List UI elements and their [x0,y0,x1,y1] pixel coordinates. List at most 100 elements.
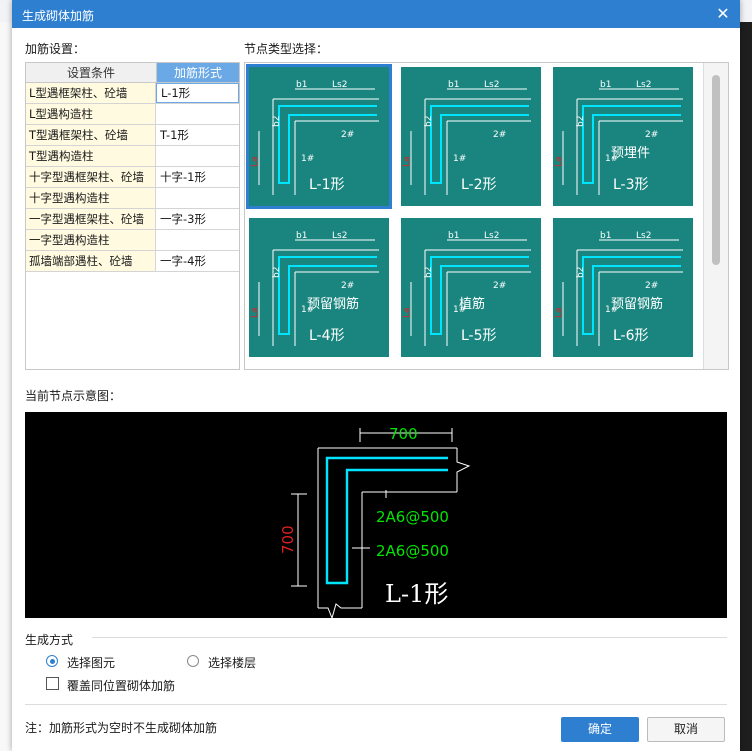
dialog-title: 生成砌体加筋 [22,9,95,23]
form-cell[interactable] [156,104,239,124]
table-row[interactable]: L型遇构造柱 [26,104,239,125]
table-row[interactable]: 孤墙端部遇柱、砼墙 一字-4形 [26,251,239,272]
node-tile-4[interactable]: b1 Ls2 b2 2# 1# La 预留钢筋 L-4形 [246,215,392,360]
table-row[interactable]: L型遇框架柱、砼墙 L-1形 [26,83,239,104]
radio-select-element[interactable] [46,655,58,667]
b1-mark: b1 [600,80,611,90]
radio-select-element-label[interactable]: 选择图元 [67,654,115,671]
close-icon[interactable]: ✕ [712,3,734,25]
preview-dim-left: 700 [279,525,297,554]
break-mark [318,603,362,620]
scrollbar-thumb[interactable] [712,75,720,265]
table-row[interactable]: T型遇框架柱、砼墙 T-1形 [26,125,239,146]
node-tile-3[interactable]: b1 Ls2 b2 2# 1# La 预埋件 L-3形 [550,64,696,209]
form-cell[interactable]: L-1形 [156,83,239,103]
table-row[interactable]: 十字型遇构造柱 [26,188,239,209]
table-row[interactable]: 一字型遇框架柱、砼墙 一字-3形 [26,209,239,230]
rebar-2-mark: 2# [341,130,354,140]
table-row[interactable]: 一字型遇构造柱 [26,230,239,251]
overwrite-checkbox-label[interactable]: 覆盖同位置砌体加筋 [67,677,175,694]
rebar-2-mark: 2# [493,130,506,140]
tile-caption: L-5形 [461,328,497,344]
vertical-scrollbar[interactable] [703,63,728,369]
settings-table: 设置条件 加筋形式 L型遇框架柱、砼墙 L-1形 L型遇构造柱 T型遇框架柱、砼墙 T-… [25,62,240,370]
node-tile-5[interactable]: b1 Ls2 b2 2# 1# La 植筋 L-5形 [398,215,544,360]
la-mark: La [250,156,260,167]
node-tile-6[interactable]: b1 Ls2 b2 2# 1# La 预留钢筋 L-6形 [550,215,696,360]
rebar-2-mark: 2# [645,130,658,140]
rebar-1-mark: 1# [453,154,466,164]
preview-label: 当前节点示意图： [25,389,122,403]
b1-mark: b1 [448,80,459,90]
node-tile-2[interactable]: b1 Ls2 b2 2# 1# La L-2形 [398,64,544,209]
la-mark: La [554,156,564,167]
table-row[interactable]: T型遇构造柱 [26,146,239,167]
radio-select-floor-label[interactable]: 选择楼层 [208,654,256,671]
b1-mark: b1 [296,80,307,90]
form-cell[interactable]: T-1形 [156,125,239,145]
ok-button[interactable]: 确定 [561,717,639,742]
preview-dim-top: 700 [389,425,418,443]
form-cell[interactable]: 十字-1形 [156,167,239,187]
rebar-1-mark: 1# [301,154,314,164]
ls2-mark: Ls2 [484,80,499,90]
tile-caption: L-6形 [613,328,649,344]
b1-mark: b1 [448,231,459,241]
condition-cell: T型遇框架柱、砼墙 [26,125,156,145]
footer-divider [25,704,727,705]
generate-masonry-rebar-dialog: 生成砌体加筋 ✕ 加筋设置： 节点类型选择： 设置条件 加筋形式 L型遇框架柱、… [12,0,740,751]
break-mark [456,448,471,492]
footer-note: 注：加筋形式为空时不生成砌体加筋 [25,721,218,735]
ls2-mark: Ls2 [636,80,651,90]
tile-caption: L-4形 [309,328,345,344]
generate-mode-label: 生成方式 [25,633,74,647]
background-right-strip [738,22,752,751]
condition-cell: T型遇构造柱 [26,146,156,166]
node-tile-drawing: b1 Ls2b22#1#La预留钢筋L-6形 [553,218,693,357]
b2-mark: b2 [576,267,586,278]
b2-mark: b2 [272,267,282,278]
radio-select-floor[interactable] [187,655,199,667]
ls2-mark: Ls2 [484,231,499,241]
node-tile-drawing: b1 Ls2b22#1#La植筋L-5形 [401,218,541,357]
form-cell[interactable] [156,188,239,208]
la-mark: La [402,307,412,318]
tile-note: 植筋 [459,296,485,312]
la-mark: La [250,307,260,318]
column-header-form: 加筋形式 [157,63,239,83]
b2-mark: b2 [424,267,434,278]
form-cell[interactable]: 一字-3形 [156,209,239,229]
group-divider [92,637,727,638]
la-mark: La [402,156,412,167]
condition-cell: 十字型遇构造柱 [26,188,156,208]
overwrite-checkbox[interactable] [46,677,59,690]
tile-caption: L-2形 [461,177,497,193]
preview-caption: L-1形 [385,580,448,608]
node-type-grid: b1 Ls2 b2 2# 1# La L-1形 b1 Ls2 b2 2# 1# La L-2形 b1 Ls2 b… [244,62,729,370]
table-row[interactable]: 十字型遇框架柱、砼墙 十字-1形 [26,167,239,188]
form-cell[interactable] [156,230,239,250]
tile-note: 预埋件 [611,146,650,161]
cancel-button[interactable]: 取消 [647,717,725,742]
la-mark: La [554,307,564,318]
node-tile-1[interactable]: b1 Ls2 b2 2# 1# La L-1形 [246,64,392,209]
form-cell[interactable] [156,146,239,166]
preview-rebar-label-2: 2A6@500 [376,542,449,560]
b2-mark: b2 [272,116,282,127]
tile-caption: L-1形 [309,177,345,193]
table-header: 设置条件 加筋形式 [26,63,239,83]
b2-mark: b2 [424,116,434,127]
ls2-mark: Ls2 [636,231,651,241]
rebar-2-mark: 2# [341,281,354,291]
ls2-mark: Ls2 [332,80,347,90]
ls2-mark: Ls2 [332,231,347,241]
tile-note: 预留钢筋 [611,296,663,312]
node-tile-drawing: b1 Ls2 b2 2# 1# La L-2形 [401,67,541,206]
tile-note: 预留钢筋 [307,296,359,312]
node-preview: 700 700 2A6@500 2A6@500 L-1形 [25,412,727,620]
tile-caption: L-3形 [613,177,649,193]
condition-cell: 一字型遇构造柱 [26,230,156,250]
title-bar[interactable]: 生成砌体加筋 ✕ [12,0,740,28]
form-cell[interactable]: 一字-4形 [156,251,239,271]
column-header-condition: 设置条件 [26,63,157,83]
